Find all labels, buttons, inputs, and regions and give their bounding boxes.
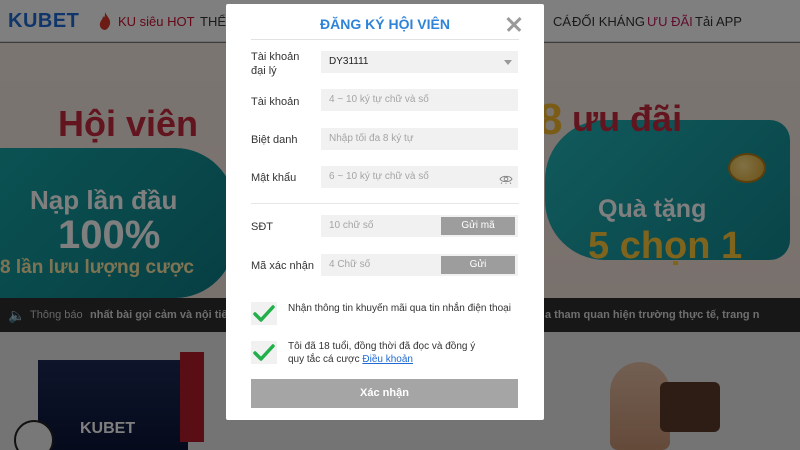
- nickname-input[interactable]: [321, 128, 518, 150]
- password-input[interactable]: [321, 166, 518, 188]
- form-divider: [251, 203, 519, 204]
- verify-code-label: Mã xác nhận: [251, 260, 314, 272]
- eye-icon[interactable]: [499, 174, 513, 184]
- checkmark-icon: [253, 344, 275, 361]
- account-label: Tài khoản: [251, 96, 300, 108]
- terms-link[interactable]: Điều khoản: [362, 354, 413, 365]
- modal-title: ĐĂNG KÝ HỘI VIÊN: [320, 16, 450, 32]
- agent-account-select[interactable]: DY31111: [321, 51, 518, 73]
- promo-checkbox[interactable]: [251, 302, 277, 325]
- send-code-button[interactable]: Gửi mã: [441, 217, 515, 235]
- send-button[interactable]: Gửi: [441, 256, 515, 274]
- chevron-down-icon: [504, 60, 512, 65]
- promo-checkbox-label: Nhận thông tin khuyến mãi qua tin nhắn đ…: [288, 303, 511, 314]
- register-modal: ĐĂNG KÝ HỘI VIÊN Tài khoản đại lý DY3111…: [226, 4, 544, 420]
- checkmark-icon: [253, 305, 275, 322]
- title-divider: [251, 39, 519, 40]
- account-input[interactable]: [321, 89, 518, 111]
- agent-account-value: DY31111: [329, 56, 369, 67]
- agent-account-label: Tài khoản đại lý: [251, 51, 300, 77]
- password-label: Mật khẩu: [251, 172, 297, 184]
- terms-checkbox[interactable]: [251, 341, 277, 364]
- nickname-label: Biệt danh: [251, 134, 298, 146]
- close-icon[interactable]: [502, 12, 526, 36]
- confirm-button[interactable]: Xác nhận: [251, 379, 518, 408]
- terms-checkbox-label: Tôi đã 18 tuổi, đồng thời đã đọc và đồng…: [288, 340, 488, 366]
- phone-label: SĐT: [251, 221, 273, 233]
